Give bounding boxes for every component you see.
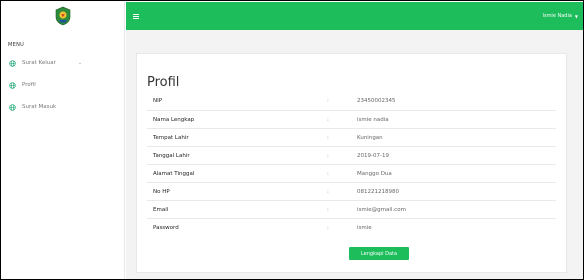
field-label: Password	[153, 224, 179, 231]
field-label: Alamat Tinggal	[153, 170, 195, 177]
user-menu-dropdown[interactable]: Ismie Nadia ▼	[542, 13, 578, 19]
field-value: Manggo Dua	[357, 170, 392, 177]
field-separator: :	[327, 170, 329, 177]
menu-header: MENU	[8, 42, 25, 48]
sidebar-item-profil[interactable]: Profil	[2, 74, 124, 96]
field-label: Nama Lengkap	[153, 116, 195, 123]
sidebar-item-label: Surat Keluar	[22, 60, 56, 66]
field-separator: :	[327, 116, 329, 123]
field-value: ismie nadia	[357, 116, 389, 123]
chevron-down-icon[interactable]: ⌄	[78, 60, 82, 66]
sidebar-item-surat-masuk[interactable]: Surat Masuk	[2, 96, 124, 118]
hamburger-menu-icon[interactable]	[133, 13, 139, 19]
globe-icon	[9, 59, 16, 67]
field-label: Tempat Lahir	[153, 134, 189, 141]
table-row: Tanggal Lahir : 2019-07-19	[147, 146, 556, 164]
table-row: Alamat Tinggal : Manggo Dua	[147, 164, 556, 182]
lengkapi-data-button[interactable]: Lengkapi Data	[349, 247, 409, 260]
sidebar: MENU Surat Keluar ⌄ Profil Surat Masuk	[2, 2, 125, 279]
table-row: Tempat Lahir : Kuningan	[147, 128, 556, 146]
table-row: Email : ismie@gmail.com	[147, 200, 556, 218]
sidebar-item-surat-keluar[interactable]: Surat Keluar ⌄	[2, 52, 124, 74]
logo-emblem-icon	[55, 6, 71, 26]
field-label: Tanggal Lahir	[153, 152, 190, 159]
profile-card: Profil NIP : 23450002345 Nama Lengkap : …	[136, 53, 567, 273]
table-row: No HP : 081221218980	[147, 182, 556, 200]
table-row: Nama Lengkap : ismie nadia	[147, 110, 556, 128]
field-separator: :	[327, 134, 329, 141]
topbar: Ismie Nadia ▼	[126, 2, 583, 30]
page-title: Profil	[147, 75, 180, 90]
user-name: Ismie Nadia	[542, 13, 572, 19]
field-value: 2019-07-19	[357, 152, 389, 159]
profile-table: NIP : 23450002345 Nama Lengkap : ismie n…	[147, 92, 556, 236]
field-separator: :	[327, 98, 329, 104]
sidebar-item-label: Surat Masuk	[22, 104, 57, 110]
app-frame: MENU Surat Keluar ⌄ Profil Surat Masuk I…	[0, 0, 584, 280]
logo-area[interactable]	[2, 2, 124, 30]
globe-icon	[9, 81, 16, 89]
field-label: NIP	[153, 98, 163, 104]
field-value: ismie	[357, 224, 372, 231]
sidebar-item-label: Profil	[22, 82, 36, 88]
table-row: NIP : 23450002345	[147, 92, 556, 110]
field-separator: :	[327, 188, 329, 195]
field-value: ismie@gmail.com	[357, 206, 406, 213]
globe-icon	[9, 103, 16, 111]
field-separator: :	[327, 206, 329, 213]
field-separator: :	[327, 152, 329, 159]
field-value: 23450002345	[357, 98, 396, 104]
field-value: Kuningan	[357, 134, 383, 141]
field-label: No HP	[153, 188, 170, 195]
field-value: 081221218980	[357, 188, 399, 195]
table-row: Password : ismie	[147, 218, 556, 236]
caret-down-icon: ▼	[574, 13, 578, 19]
field-label: Email	[153, 206, 169, 213]
main-content: Profil NIP : 23450002345 Nama Lengkap : …	[126, 30, 583, 279]
field-separator: :	[327, 224, 329, 231]
